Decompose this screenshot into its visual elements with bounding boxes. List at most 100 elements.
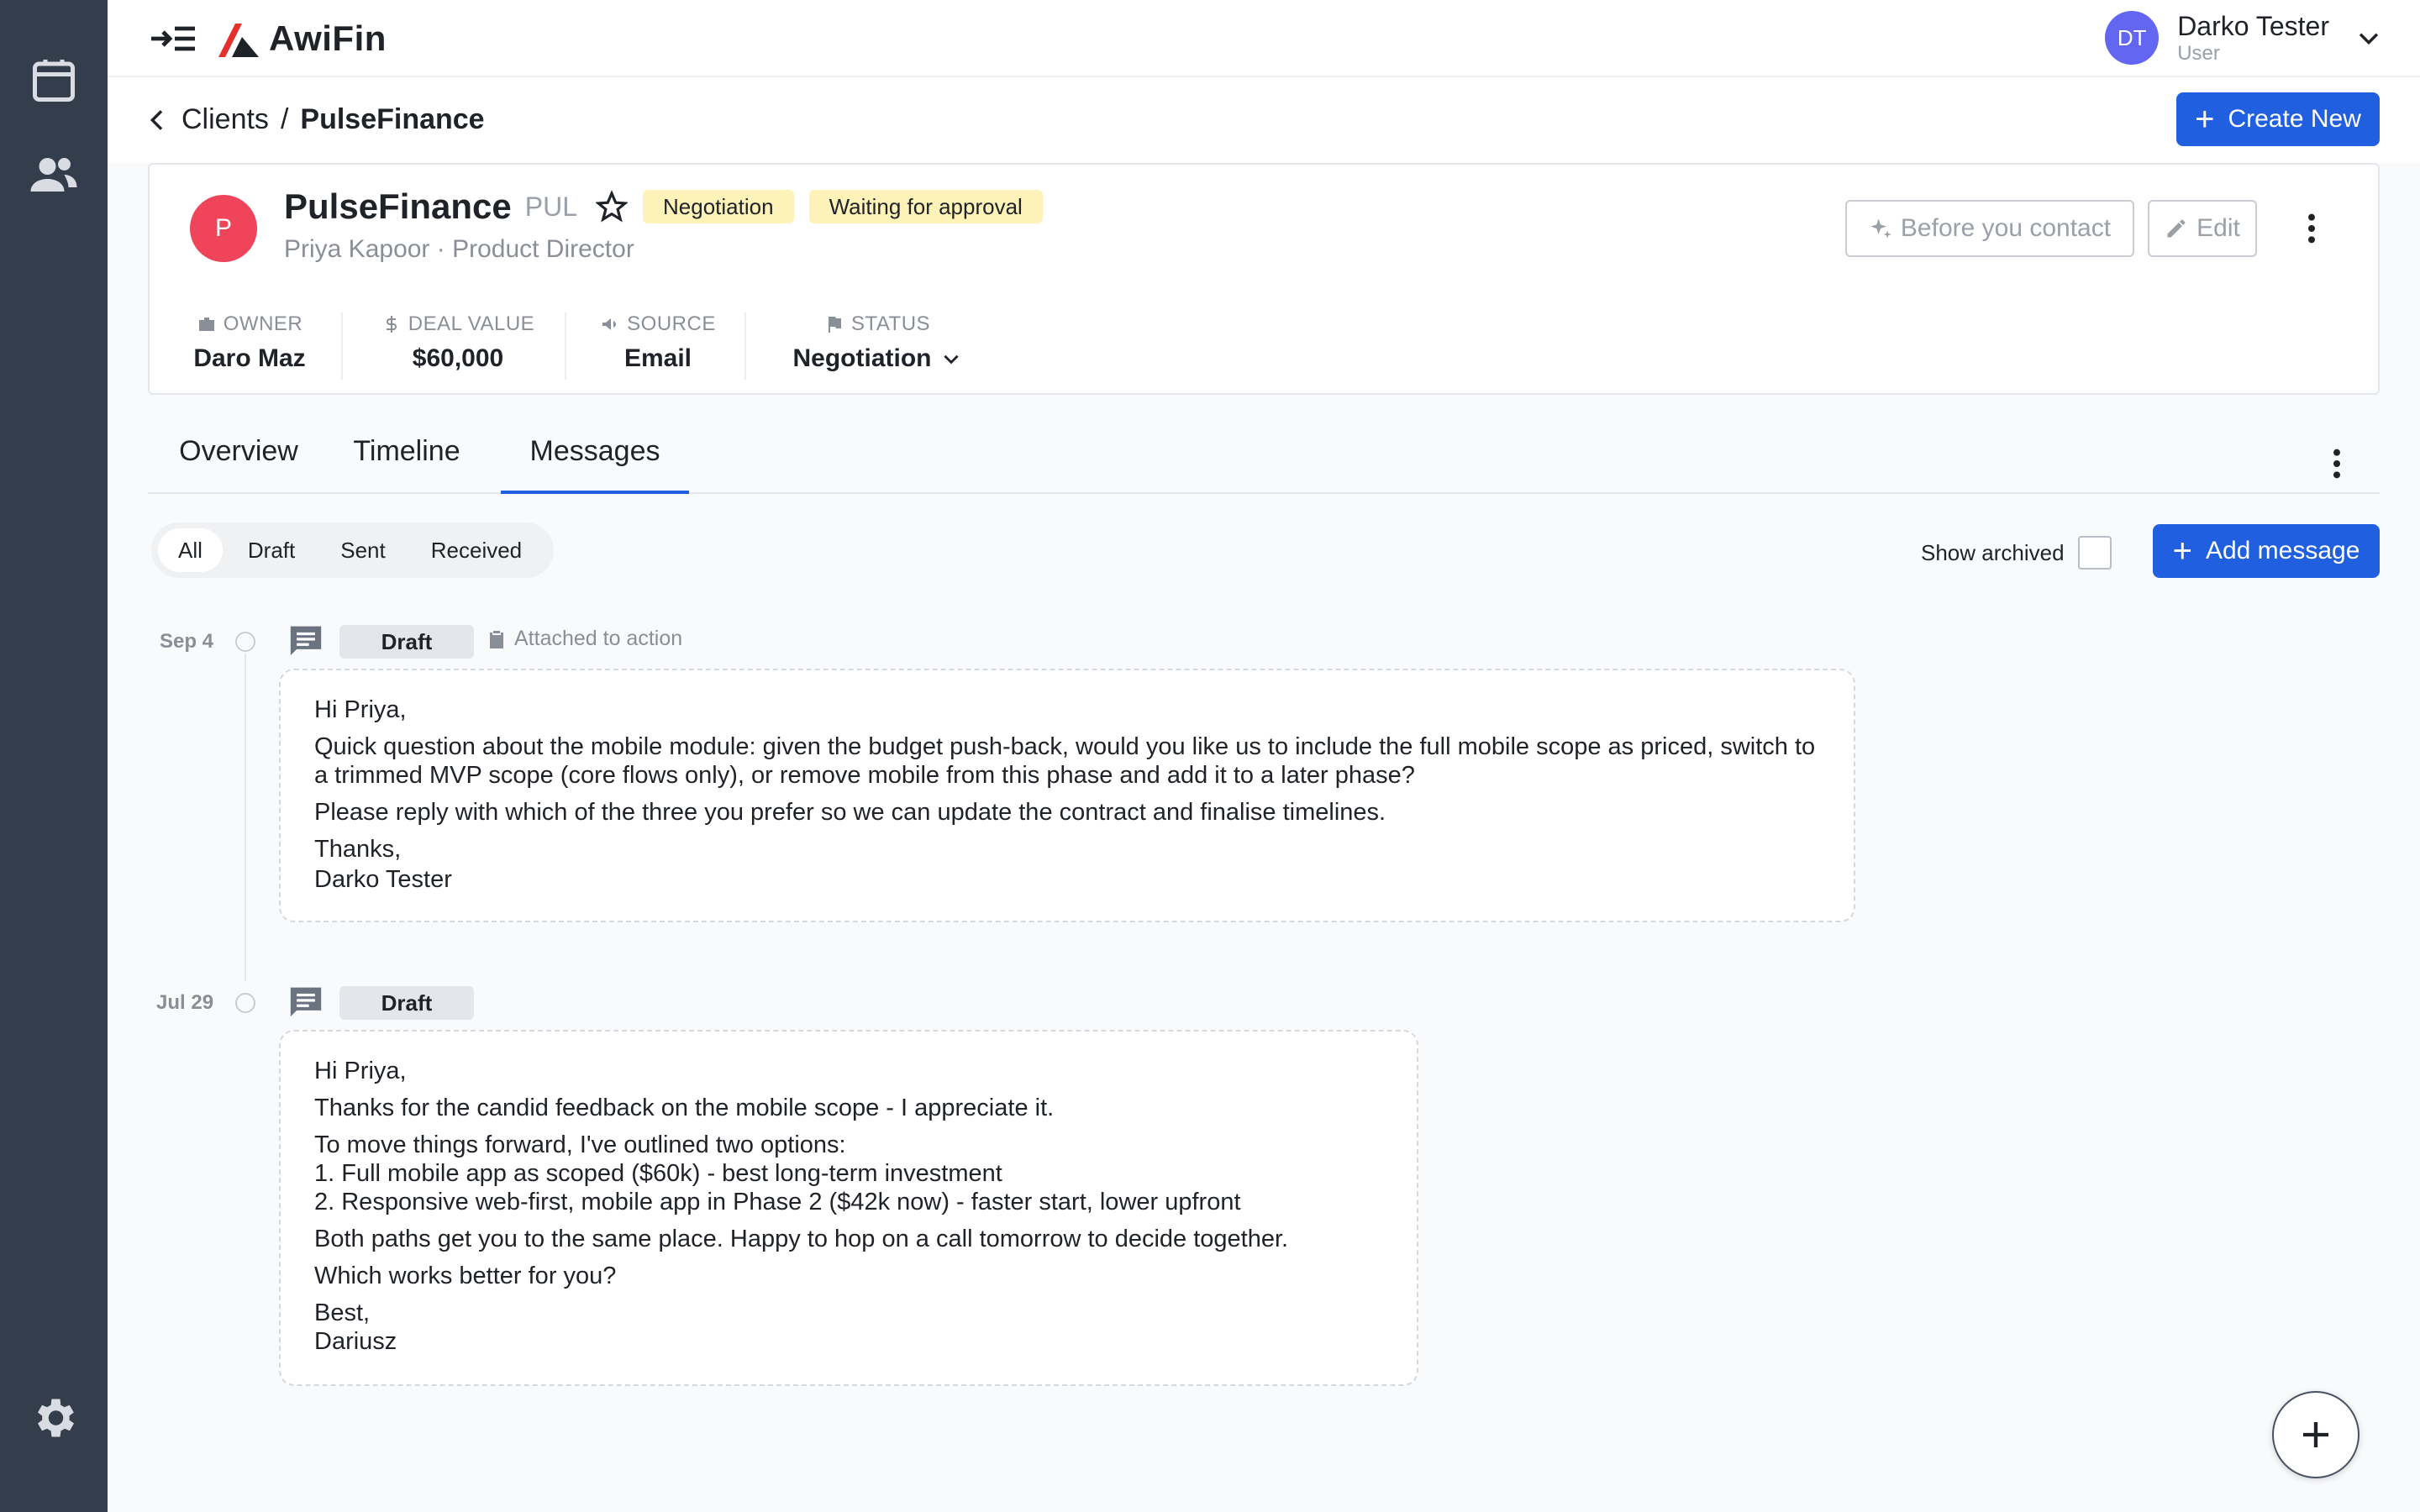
calendar-icon[interactable]	[24, 50, 84, 111]
status-label: STATUS	[850, 312, 931, 335]
deal-value-field: DEAL VALUE $60,000	[371, 312, 544, 373]
plus-icon	[2303, 1422, 2328, 1447]
add-message-button[interactable]: + Add message	[2153, 524, 2380, 578]
message-line: Dariusz	[314, 1328, 397, 1355]
message-icon	[290, 987, 322, 1017]
message-line: Quick question about the mobile module: …	[314, 733, 1816, 789]
filter-all[interactable]: All	[158, 528, 223, 572]
message-line: To move things forward, I've outlined tw…	[314, 1131, 846, 1158]
filter-received[interactable]: Received	[411, 528, 542, 572]
message-line: Best,	[314, 1299, 371, 1326]
add-message-label: Add message	[2205, 537, 2360, 564]
status-dropdown[interactable]: Negotiation	[771, 344, 983, 373]
draft-badge: Draft	[339, 986, 474, 1020]
source-label: SOURCE	[627, 312, 716, 335]
source-field: SOURCE Email	[592, 312, 724, 373]
client-name: PulseFinance	[284, 186, 512, 226]
more-options-icon[interactable]	[2324, 447, 2349, 480]
status-badge-negotiation: Negotiation	[643, 190, 794, 223]
message-filter: All Draft Sent Received	[151, 522, 555, 578]
plus-icon: +	[2195, 101, 2215, 138]
attached-label: Attached to action	[514, 627, 683, 650]
user-role: User	[2177, 42, 2220, 65]
status-field: STATUS Negotiation	[771, 312, 983, 373]
divider	[341, 312, 343, 380]
message-body[interactable]: Hi Priya, Thanks for the candid feedback…	[279, 1030, 1418, 1386]
briefcase-icon	[198, 318, 214, 331]
tab-timeline[interactable]: Timeline	[345, 425, 469, 494]
breadcrumb: Clients / PulseFinance	[182, 101, 485, 138]
create-new-button[interactable]: + Create New	[2176, 92, 2380, 146]
filter-draft[interactable]: Draft	[228, 528, 315, 572]
plus-icon: +	[2172, 533, 2192, 570]
chevron-down-icon[interactable]	[2354, 24, 2383, 52]
client-contact: Priya Kapoor · Product Director	[284, 235, 634, 263]
breadcrumb-row: Clients / PulseFinance + Create New	[108, 77, 2420, 163]
megaphone-icon	[602, 318, 617, 330]
message-line: 1. Full mobile app as scoped ($60k) - be…	[314, 1160, 1002, 1187]
side-rail	[0, 0, 108, 1512]
back-arrow-icon[interactable]	[145, 106, 171, 134]
avatar: DT	[2105, 11, 2160, 65]
status-badge-waiting: Waiting for approval	[808, 190, 1043, 223]
message-line: Hi Priya,	[314, 1058, 407, 1084]
user-menu[interactable]: DT Darko Tester User	[2105, 10, 2383, 66]
client-title-row: PulseFinance PUL Negotiation Waiting for…	[284, 186, 1043, 227]
flag-icon	[828, 317, 841, 333]
show-archived-label: Show archived	[1921, 539, 2065, 565]
floating-add-button[interactable]	[2272, 1391, 2360, 1478]
message-line: Thanks for the candid feedback on the mo…	[314, 1095, 1055, 1121]
owner-value: Daro Maz	[193, 344, 306, 372]
owner-label: OWNER	[223, 312, 303, 335]
source-value: Email	[623, 344, 692, 372]
edit-label: Edit	[2196, 214, 2240, 242]
message-date: Jul 29	[156, 991, 214, 1014]
show-archived-toggle: Show archived	[1921, 536, 2112, 570]
star-icon[interactable]	[596, 191, 629, 223]
deal-value-label: DEAL VALUE	[408, 312, 535, 335]
clipboard-icon	[490, 630, 503, 648]
attached-to-action: Attached to action	[487, 627, 682, 651]
message-line: Thanks,	[314, 836, 402, 863]
deal-value: $60,000	[412, 344, 504, 372]
client-card: P PulseFinance PUL Negotiation Waiting f…	[148, 163, 2380, 395]
message-line: Hi Priya,	[314, 696, 407, 723]
logo-icon	[218, 24, 259, 57]
more-options-icon[interactable]	[2299, 212, 2324, 245]
tab-messages[interactable]: Messages	[501, 425, 689, 494]
tab-overview[interactable]: Overview	[148, 425, 329, 494]
dollar-icon	[386, 316, 397, 333]
app-name: AwiFin	[269, 18, 387, 58]
message-line: Please reply with which of the three you…	[314, 799, 1386, 826]
filter-sent[interactable]: Sent	[320, 528, 406, 572]
status-value: Negotiation	[792, 344, 932, 372]
message-line: Darko Tester	[314, 866, 452, 893]
breadcrumb-clients-link[interactable]: Clients	[182, 103, 269, 135]
breadcrumb-separator: /	[280, 103, 289, 135]
settings-icon[interactable]	[24, 1388, 84, 1448]
divider	[744, 312, 746, 380]
collapse-menu-icon[interactable]	[150, 20, 197, 57]
brand[interactable]: AwiFin	[218, 18, 387, 59]
top-bar: AwiFin DT Darko Tester User	[108, 0, 2420, 77]
timeline-dot	[235, 632, 255, 652]
client-avatar: P	[190, 195, 257, 262]
message-date: Sep 4	[160, 630, 214, 653]
message-body[interactable]: Hi Priya, Quick question about the mobil…	[279, 669, 1855, 922]
message-line: 2. Responsive web-first, mobile app in P…	[314, 1189, 1241, 1215]
message-line: Which works better for you?	[314, 1263, 617, 1289]
owner-field: OWNER Daro Maz	[188, 312, 311, 373]
before-you-contact-label: Before you contact	[1900, 214, 2112, 242]
pencil-icon	[2167, 219, 2186, 238]
users-icon[interactable]	[24, 144, 84, 205]
divider	[565, 312, 566, 380]
show-archived-checkbox[interactable]	[2077, 536, 2112, 570]
draft-badge: Draft	[339, 625, 474, 659]
tab-bar: Overview Timeline Messages	[148, 425, 2380, 494]
before-you-contact-button[interactable]: Before you contact	[1845, 200, 2134, 257]
create-new-label: Create New	[2228, 105, 2361, 133]
sparkle-icon	[1870, 218, 1891, 239]
timeline-line	[245, 654, 246, 981]
edit-button[interactable]: Edit	[2148, 200, 2257, 257]
breadcrumb-current: PulseFinance	[300, 103, 485, 135]
